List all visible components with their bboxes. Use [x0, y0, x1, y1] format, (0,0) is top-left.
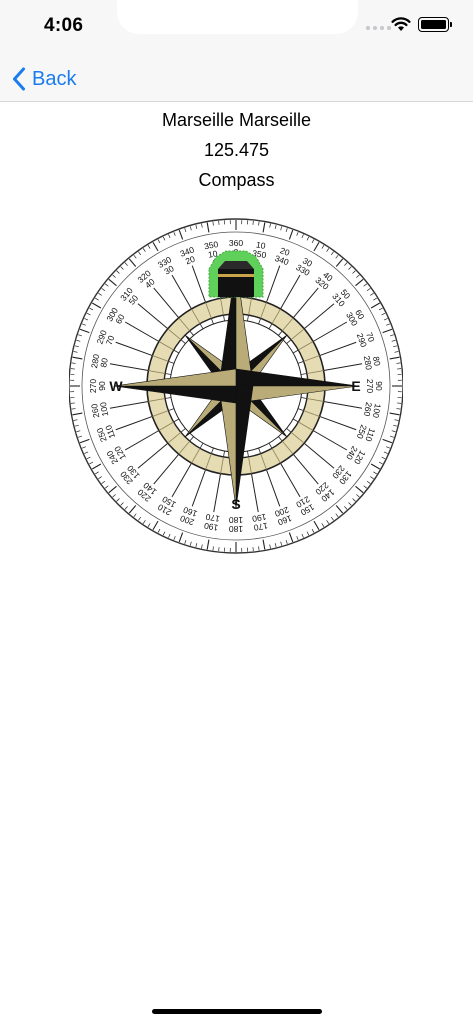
cardinal-south: S: [231, 496, 240, 512]
inner-degree-label-270: 270: [365, 379, 375, 393]
cardinal-west: W: [109, 378, 123, 394]
wifi-icon: [391, 17, 411, 31]
qibla-compass-dial: 360 1020304050607080901001101201301401501…: [69, 218, 403, 554]
back-label: Back: [32, 67, 77, 90]
location-name: Marseille Marseille: [161, 110, 312, 130]
inner-degree-label-90: 90: [97, 381, 107, 391]
navigation-bar: Back: [0, 56, 473, 102]
inner-degree-label-80: 80: [98, 357, 110, 368]
inner-degree-label-180: 180: [229, 515, 243, 525]
bearing-value: 125.475: [203, 140, 270, 160]
battery-cap: [450, 22, 452, 27]
mode-label: Compass: [198, 170, 275, 190]
cellular-signal-icon: [366, 26, 391, 30]
status-time: 4:06: [44, 15, 84, 36]
kaaba-icon: [208, 250, 264, 298]
status-bar: 4:06: [0, 0, 473, 56]
cardinal-east: E: [351, 378, 360, 394]
battery-icon: [418, 17, 449, 32]
device-notch: [117, 0, 358, 34]
chevron-left-icon: [13, 67, 25, 91]
home-indicator: [152, 1009, 322, 1014]
back-button[interactable]: Back: [12, 64, 76, 94]
